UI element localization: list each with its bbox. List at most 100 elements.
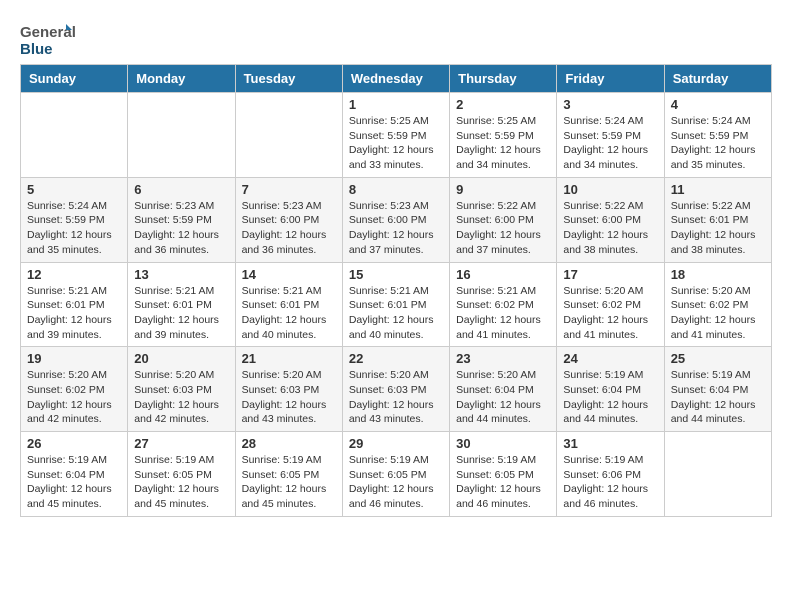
day-info: Sunrise: 5:19 AM Sunset: 6:04 PM Dayligh… [671,368,765,427]
calendar-week-row: 26 Sunrise: 5:19 AM Sunset: 6:04 PM Dayli… [21,432,772,517]
header: General Blue [20,20,772,58]
calendar-day-4: 4 Sunrise: 5:24 AM Sunset: 5:59 PM Daylig… [664,93,771,178]
day-info: Sunrise: 5:20 AM Sunset: 6:03 PM Dayligh… [349,368,443,427]
calendar-day-2: 2 Sunrise: 5:25 AM Sunset: 5:59 PM Daylig… [450,93,557,178]
day-number: 1 [349,97,443,112]
day-info: Sunrise: 5:19 AM Sunset: 6:05 PM Dayligh… [134,453,228,512]
day-number: 7 [242,182,336,197]
calendar-day-15: 15Sunrise: 5:21 AM Sunset: 6:01 PM Dayli… [342,262,449,347]
calendar-day-1: 1 Sunrise: 5:25 AM Sunset: 5:59 PM Daylig… [342,93,449,178]
day-number: 26 [27,436,121,451]
calendar-empty-cell [664,432,771,517]
calendar-day-29: 29 Sunrise: 5:19 AM Sunset: 6:05 PM Dayli… [342,432,449,517]
day-info: Sunrise: 5:25 AM Sunset: 5:59 PM Dayligh… [349,114,443,173]
day-info: Sunrise: 5:24 AM Sunset: 5:59 PM Dayligh… [563,114,657,173]
day-info: Sunrise: 5:22 AM Sunset: 6:01 PM Dayligh… [671,199,765,258]
header-thursday: Thursday [450,65,557,93]
day-number: 3 [563,97,657,112]
day-info: Sunrise: 5:23 AM Sunset: 6:00 PM Dayligh… [349,199,443,258]
calendar-day-5: 5 Sunrise: 5:24 AM Sunset: 5:59 PM Daylig… [21,177,128,262]
calendar-day-17: 17 Sunrise: 5:20 AM Sunset: 6:02 PM Dayli… [557,262,664,347]
day-number: 17 [563,267,657,282]
day-number: 16 [456,267,550,282]
day-number: 5 [27,182,121,197]
day-number: 29 [349,436,443,451]
calendar-day-31: 31Sunrise: 5:19 AM Sunset: 6:06 PM Dayli… [557,432,664,517]
day-info: Sunrise: 5:20 AM Sunset: 6:04 PM Dayligh… [456,368,550,427]
day-number: 8 [349,182,443,197]
calendar-day-30: 30 Sunrise: 5:19 AM Sunset: 6:05 PM Dayli… [450,432,557,517]
day-number: 2 [456,97,550,112]
calendar-day-11: 11 Sunrise: 5:22 AM Sunset: 6:01 PM Dayli… [664,177,771,262]
calendar-day-24: 24 Sunrise: 5:19 AM Sunset: 6:04 PM Dayli… [557,347,664,432]
calendar-day-14: 14 Sunrise: 5:21 AM Sunset: 6:01 PM Dayli… [235,262,342,347]
calendar-day-10: 10 Sunrise: 5:22 AM Sunset: 6:00 PM Dayli… [557,177,664,262]
day-info: Sunrise: 5:22 AM Sunset: 6:00 PM Dayligh… [563,199,657,258]
day-number: 4 [671,97,765,112]
calendar-day-23: 23 Sunrise: 5:20 AM Sunset: 6:04 PM Dayli… [450,347,557,432]
calendar-empty-cell [21,93,128,178]
day-number: 11 [671,182,765,197]
day-info: Sunrise: 5:19 AM Sunset: 6:04 PM Dayligh… [563,368,657,427]
calendar-day-28: 28Sunrise: 5:19 AM Sunset: 6:05 PM Dayli… [235,432,342,517]
logo: General Blue [20,20,75,58]
day-number: 22 [349,351,443,366]
day-number: 30 [456,436,550,451]
calendar-day-26: 26 Sunrise: 5:19 AM Sunset: 6:04 PM Dayli… [21,432,128,517]
day-info: Sunrise: 5:19 AM Sunset: 6:04 PM Dayligh… [27,453,121,512]
day-info: Sunrise: 5:24 AM Sunset: 5:59 PM Dayligh… [671,114,765,173]
calendar-week-row: 5 Sunrise: 5:24 AM Sunset: 5:59 PM Daylig… [21,177,772,262]
calendar-day-16: 16Sunrise: 5:21 AM Sunset: 6:02 PM Dayli… [450,262,557,347]
svg-text:Blue: Blue [20,41,53,58]
calendar-day-21: 21Sunrise: 5:20 AM Sunset: 6:03 PM Dayli… [235,347,342,432]
day-number: 15 [349,267,443,282]
header-sunday: Sunday [21,65,128,93]
calendar-day-8: 8 Sunrise: 5:23 AM Sunset: 6:00 PM Daylig… [342,177,449,262]
day-info: Sunrise: 5:20 AM Sunset: 6:03 PM Dayligh… [134,368,228,427]
day-info: Sunrise: 5:20 AM Sunset: 6:02 PM Dayligh… [671,284,765,343]
day-number: 20 [134,351,228,366]
header-monday: Monday [128,65,235,93]
day-number: 25 [671,351,765,366]
day-info: Sunrise: 5:19 AM Sunset: 6:06 PM Dayligh… [563,453,657,512]
calendar-day-19: 19 Sunrise: 5:20 AM Sunset: 6:02 PM Dayli… [21,347,128,432]
header-wednesday: Wednesday [342,65,449,93]
day-number: 10 [563,182,657,197]
day-number: 24 [563,351,657,366]
day-info: Sunrise: 5:23 AM Sunset: 6:00 PM Dayligh… [242,199,336,258]
day-info: Sunrise: 5:20 AM Sunset: 6:02 PM Dayligh… [27,368,121,427]
day-info: Sunrise: 5:20 AM Sunset: 6:02 PM Dayligh… [563,284,657,343]
calendar-day-9: 9Sunrise: 5:22 AM Sunset: 6:00 PM Daylig… [450,177,557,262]
calendar-day-25: 25 Sunrise: 5:19 AM Sunset: 6:04 PM Dayli… [664,347,771,432]
day-number: 12 [27,267,121,282]
day-info: Sunrise: 5:21 AM Sunset: 6:01 PM Dayligh… [27,284,121,343]
calendar-day-6: 6Sunrise: 5:23 AM Sunset: 5:59 PM Daylig… [128,177,235,262]
calendar-empty-cell [235,93,342,178]
header-tuesday: Tuesday [235,65,342,93]
calendar-day-13: 13Sunrise: 5:21 AM Sunset: 6:01 PM Dayli… [128,262,235,347]
day-info: Sunrise: 5:25 AM Sunset: 5:59 PM Dayligh… [456,114,550,173]
calendar-empty-cell [128,93,235,178]
calendar-day-18: 18Sunrise: 5:20 AM Sunset: 6:02 PM Dayli… [664,262,771,347]
calendar-week-row: 19 Sunrise: 5:20 AM Sunset: 6:02 PM Dayli… [21,347,772,432]
calendar-week-row: 12 Sunrise: 5:21 AM Sunset: 6:01 PM Dayli… [21,262,772,347]
calendar-table: SundayMondayTuesdayWednesdayThursdayFrid… [20,64,772,517]
calendar-day-7: 7 Sunrise: 5:23 AM Sunset: 6:00 PM Daylig… [235,177,342,262]
day-info: Sunrise: 5:19 AM Sunset: 6:05 PM Dayligh… [349,453,443,512]
day-info: Sunrise: 5:19 AM Sunset: 6:05 PM Dayligh… [456,453,550,512]
day-info: Sunrise: 5:21 AM Sunset: 6:01 PM Dayligh… [242,284,336,343]
day-number: 21 [242,351,336,366]
calendar-header-row: SundayMondayTuesdayWednesdayThursdayFrid… [21,65,772,93]
day-number: 19 [27,351,121,366]
day-number: 23 [456,351,550,366]
day-info: Sunrise: 5:19 AM Sunset: 6:05 PM Dayligh… [242,453,336,512]
header-saturday: Saturday [664,65,771,93]
day-info: Sunrise: 5:22 AM Sunset: 6:00 PM Dayligh… [456,199,550,258]
day-info: Sunrise: 5:21 AM Sunset: 6:01 PM Dayligh… [134,284,228,343]
calendar-day-20: 20 Sunrise: 5:20 AM Sunset: 6:03 PM Dayli… [128,347,235,432]
calendar-day-22: 22 Sunrise: 5:20 AM Sunset: 6:03 PM Dayli… [342,347,449,432]
day-info: Sunrise: 5:23 AM Sunset: 5:59 PM Dayligh… [134,199,228,258]
day-number: 27 [134,436,228,451]
day-number: 14 [242,267,336,282]
day-info: Sunrise: 5:24 AM Sunset: 5:59 PM Dayligh… [27,199,121,258]
